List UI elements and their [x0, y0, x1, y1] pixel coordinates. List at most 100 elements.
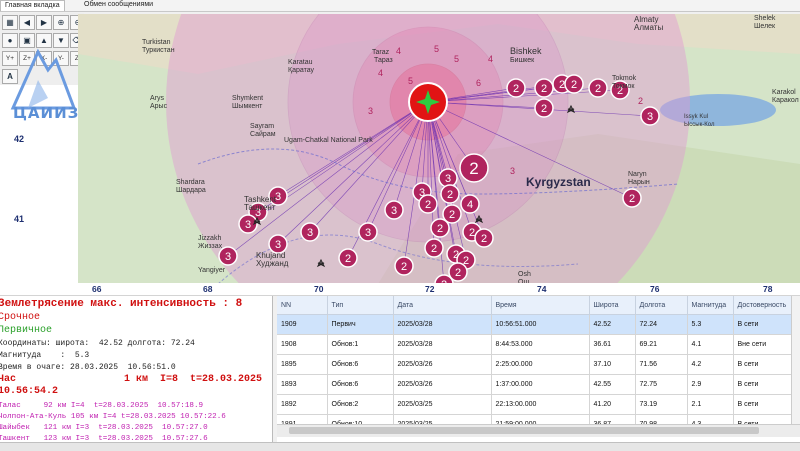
- table-cell[interactable]: 41.20: [589, 394, 636, 415]
- table-cell[interactable]: 37.10: [589, 354, 636, 375]
- intensity-marker[interactable]: 2: [394, 256, 414, 276]
- longitude-axis: 66 68 70 72 74 76 78: [0, 283, 800, 296]
- svg-text:2: 2: [455, 267, 461, 279]
- arrow-left-icon[interactable]: ◀: [19, 15, 35, 30]
- tab-messages[interactable]: Обмен сообщениями: [80, 0, 157, 10]
- table-cell[interactable]: В сети: [733, 354, 794, 375]
- intensity-marker[interactable]: 3: [300, 222, 320, 242]
- table-cell[interactable]: В сети: [733, 394, 794, 415]
- table-cell[interactable]: Первич: [327, 314, 394, 335]
- column-header-magnitude[interactable]: Магнитуда: [687, 296, 734, 315]
- table-vertical-scrollbar[interactable]: [791, 296, 800, 424]
- intensity-marker[interactable]: 2: [442, 204, 462, 224]
- intensity-marker[interactable]: 2: [424, 238, 444, 258]
- table-cell[interactable]: В сети: [733, 374, 794, 395]
- table-cell[interactable]: 2025/03/28: [393, 314, 492, 335]
- table-cell[interactable]: 69.21: [635, 334, 688, 355]
- intensity-marker[interactable]: 2: [338, 248, 358, 268]
- table-cell[interactable]: 2:25:00.000: [491, 354, 590, 375]
- place-label: Bishkek: [510, 46, 542, 56]
- intensity-marker[interactable]: 4: [460, 194, 480, 214]
- column-header-date[interactable]: Дата: [393, 296, 492, 315]
- tab-main[interactable]: Главная вкладка: [0, 0, 65, 11]
- table-row[interactable]: 1908 Обнов:1 2025/03/28 8:44:53.000 36.61 69.…: [277, 334, 794, 355]
- table-cell[interactable]: 1909: [277, 314, 328, 335]
- intensity-marker[interactable]: 2: [474, 228, 494, 248]
- intensity-marker[interactable]: 2: [440, 184, 460, 204]
- table-cell[interactable]: 1893: [277, 374, 328, 395]
- table-cell[interactable]: 1908: [277, 334, 328, 355]
- table-row[interactable]: 1895 Обнов:6 2025/03/26 2:25:00.000 37.10 71.…: [277, 354, 794, 375]
- intensity-marker[interactable]: 2: [534, 78, 554, 98]
- intensity-marker[interactable]: 2: [506, 78, 526, 98]
- table-cell[interactable]: Обнов:2: [327, 394, 394, 415]
- column-header-nn[interactable]: NN: [277, 296, 328, 315]
- table-cell[interactable]: 72.24: [635, 314, 688, 335]
- column-header-time[interactable]: Время: [491, 296, 590, 315]
- table-cell[interactable]: 72.75: [635, 374, 688, 395]
- scrollbar-thumb[interactable]: [289, 427, 759, 434]
- intensity-marker[interactable]: 2: [588, 78, 608, 98]
- table-row[interactable]: 1893 Обнов:6 2025/03/26 1:37:00.000 42.55 72.…: [277, 374, 794, 395]
- table-cell[interactable]: В сети: [733, 314, 794, 335]
- epicenter-marker[interactable]: [408, 82, 448, 122]
- grid-icon[interactable]: ▦: [2, 15, 18, 30]
- intensity-marker[interactable]: 2: [534, 98, 554, 118]
- table-cell[interactable]: 4.1: [687, 334, 734, 355]
- table-cell[interactable]: Обнов:1: [327, 334, 394, 355]
- intensity-marker[interactable]: 2: [564, 74, 584, 94]
- place-label: Naryn: [628, 171, 647, 178]
- intensity-marker[interactable]: 2: [459, 153, 489, 183]
- table-cell[interactable]: Обнов:6: [327, 354, 394, 375]
- lon-label: 76: [650, 284, 660, 294]
- intensity-marker[interactable]: 3: [438, 168, 458, 188]
- table-cell[interactable]: Вне сети: [733, 334, 794, 355]
- table-horizontal-scrollbar[interactable]: [277, 424, 800, 437]
- column-header-type[interactable]: Тип: [327, 296, 394, 315]
- svg-text:3: 3: [368, 106, 373, 116]
- zoom-in-icon[interactable]: ⊕: [53, 15, 69, 30]
- map-canvas[interactable]: 4 55 464 533 2 2 2 2 2 2 23333333 3333222 224222…: [78, 14, 800, 284]
- intensity-marker[interactable]: 3: [384, 200, 404, 220]
- table-cell[interactable]: 4.2: [687, 354, 734, 375]
- place-label: Қаратау: [288, 67, 315, 74]
- table-cell[interactable]: 8:44:53.000: [491, 334, 590, 355]
- table-cell[interactable]: 2025/03/26: [393, 354, 492, 375]
- svg-text:2: 2: [541, 83, 547, 95]
- column-header-longitude[interactable]: Долгота: [635, 296, 688, 315]
- intensity-marker[interactable]: 2: [622, 188, 642, 208]
- table-cell[interactable]: 42.52: [589, 314, 636, 335]
- intensity-marker[interactable]: 3: [640, 106, 660, 126]
- place-label: Токмок: [612, 83, 635, 90]
- svg-text:2: 2: [401, 261, 407, 273]
- table-cell[interactable]: 2025/03/28: [393, 334, 492, 355]
- table-cell[interactable]: 1:37:00.000: [491, 374, 590, 395]
- arrow-right-icon[interactable]: ▶: [36, 15, 52, 30]
- table-cell[interactable]: 2025/03/25: [393, 394, 492, 415]
- intensity-marker[interactable]: 2: [418, 194, 438, 214]
- table-cell[interactable]: 2025/03/26: [393, 374, 492, 395]
- table-cell[interactable]: 22:13:00.000: [491, 394, 590, 415]
- table-cell[interactable]: 1895: [277, 354, 328, 375]
- table-cell[interactable]: 1892: [277, 394, 328, 415]
- table-row[interactable]: 1909 Первич 2025/03/28 10:56:51.000 42.52 72.…: [277, 314, 794, 335]
- table-cell[interactable]: 2.1: [687, 394, 734, 415]
- column-header-latitude[interactable]: Широта: [589, 296, 636, 315]
- seismic-map[interactable]: 455 464 533 2 22222233333333333222224222…: [78, 14, 800, 284]
- svg-text:2: 2: [629, 193, 635, 205]
- table-cell[interactable]: 71.56: [635, 354, 688, 375]
- table-cell[interactable]: 36.61: [589, 334, 636, 355]
- table-row[interactable]: 1892 Обнов:2 2025/03/25 22:13:00.000 41.20 73…: [277, 394, 794, 415]
- svg-text:3: 3: [647, 111, 653, 123]
- table-cell[interactable]: 42.55: [589, 374, 636, 395]
- svg-text:3: 3: [275, 239, 281, 251]
- table-cell[interactable]: 73.19: [635, 394, 688, 415]
- table-cell[interactable]: 5.3: [687, 314, 734, 335]
- urgency-label: Срочное: [0, 312, 41, 323]
- table-cell[interactable]: Обнов:6: [327, 374, 394, 395]
- table-cell[interactable]: 2.9: [687, 374, 734, 395]
- nearest-city-line: Час 1 км I=8 t=28.03.2025: [0, 374, 263, 385]
- intensity-marker[interactable]: 3: [358, 222, 378, 242]
- table-cell[interactable]: 10:56:51.000: [491, 314, 590, 335]
- column-header-reliability[interactable]: Достоверность: [733, 296, 794, 315]
